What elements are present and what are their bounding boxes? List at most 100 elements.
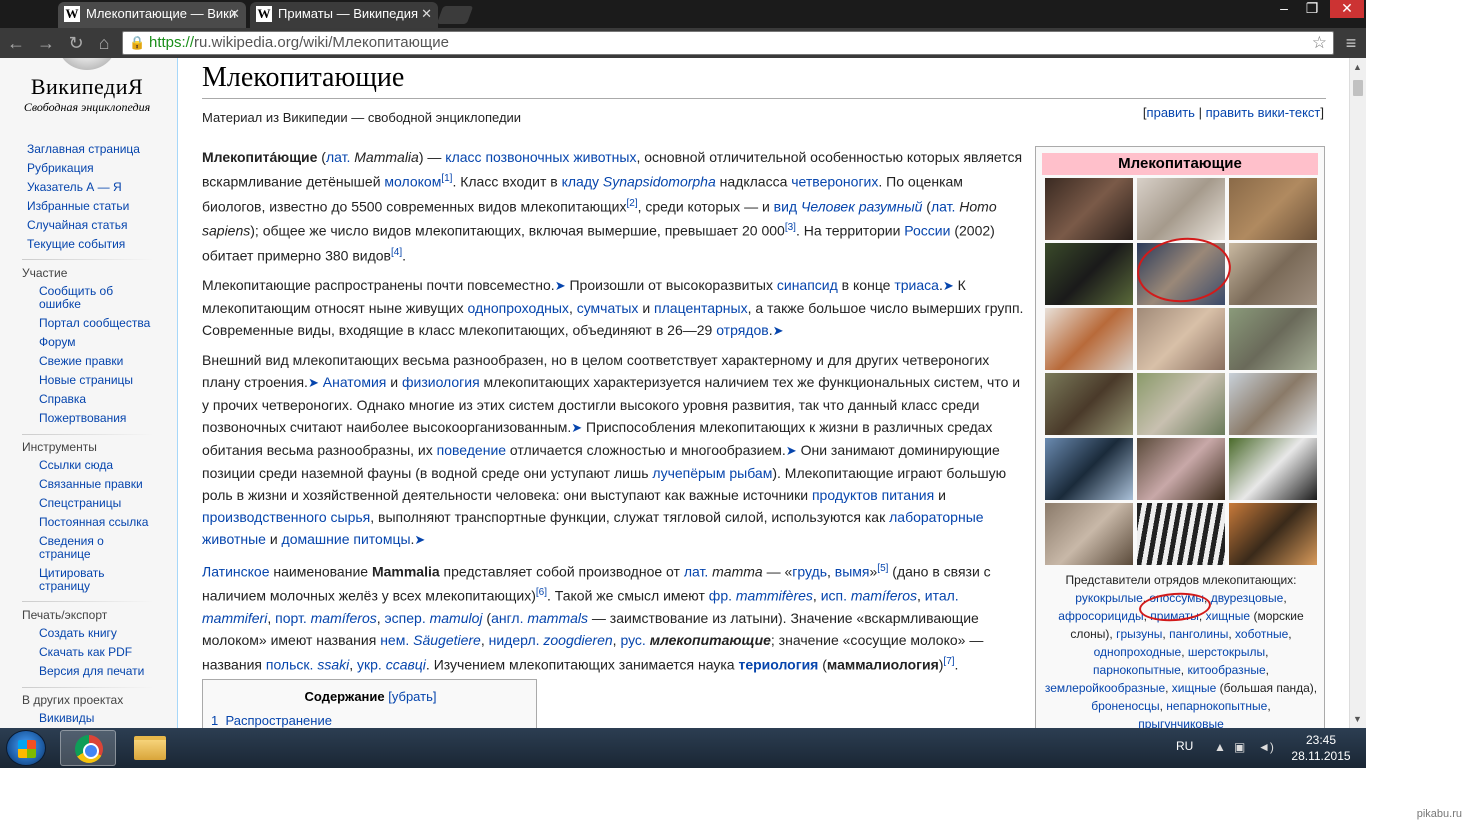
sidebar-item-random[interactable]: Случайная статья [27,219,176,232]
sidebar-item-community-portal[interactable]: Портал сообщества [39,317,160,330]
link[interactable]: парнокопытные [1093,663,1181,677]
link[interactable]: фр. [709,588,732,604]
source-arrow-icon[interactable]: ➤ [308,375,319,390]
link[interactable]: укр. [357,657,382,673]
maximize-button[interactable]: ❐ [1298,0,1326,18]
wikipedia-logo[interactable]: ВикипедиЯ Свободная энциклопедия [12,58,162,118]
sidebar-item-cite[interactable]: Цитировать страницу [39,567,113,593]
link[interactable]: России [904,223,950,239]
footnote-ref[interactable]: [5] [877,563,888,574]
link[interactable]: mamíferos [851,588,917,604]
link[interactable]: панголины [1169,627,1228,641]
minimize-button[interactable]: – [1270,0,1298,18]
link[interactable]: эспер. [385,610,426,626]
source-arrow-icon[interactable]: ➤ [943,278,954,293]
link[interactable]: грызуны [1116,627,1162,641]
back-arrow-icon[interactable]: ← [4,31,28,55]
tab-mammals[interactable]: W Млекопитающие — Вики ✕ [58,2,246,28]
source-arrow-icon[interactable]: ➤ [571,420,582,435]
kangaroo-image[interactable] [1229,178,1317,240]
reload-icon[interactable]: ↻ [64,31,88,55]
source-arrow-icon[interactable]: ➤ [786,443,797,458]
link[interactable]: mamuloj [430,610,483,626]
link[interactable]: триаса [894,277,939,293]
link[interactable]: рус. [620,632,645,648]
link[interactable]: двурезцовые [1211,591,1284,605]
toc-toggle-link[interactable]: [убрать] [388,689,436,704]
panda-image[interactable] [1229,438,1317,500]
link[interactable]: производственного сырья [202,509,370,525]
footnote-ref[interactable]: [1] [441,173,452,184]
sidebar-item-forum[interactable]: Форум [39,336,160,349]
sidebar-item-related-changes[interactable]: Связанные правки [39,478,160,491]
sidebar-item-recent-changes[interactable]: Свежие правки [39,355,160,368]
link[interactable]: mammifères [736,588,813,604]
zebras-image[interactable] [1137,503,1225,565]
link[interactable]: синапсид [777,277,838,293]
link[interactable]: молоком [384,174,441,190]
link[interactable]: поведение [437,442,506,458]
link[interactable]: польск. [266,657,314,673]
footnote-ref[interactable]: [4] [391,247,402,258]
link[interactable]: Латинское [202,563,269,579]
link[interactable]: землеройкообразные [1045,681,1165,695]
sidebar-item-permanent-link[interactable]: Постоянная ссылка [39,516,160,529]
sidebar-item-report-error[interactable]: Сообщить об ошибке [39,285,129,311]
link[interactable]: хищные [1172,681,1217,695]
link[interactable]: нем. [380,632,409,648]
sidebar-item-create-book[interactable]: Создать книгу [39,627,160,640]
home-icon[interactable]: ⌂ [92,31,116,55]
footnote-ref[interactable]: [6] [536,587,547,598]
link[interactable]: итал. [925,588,959,604]
link[interactable]: териология [738,657,818,673]
language-indicator[interactable]: RU [1176,739,1193,753]
taskbar-chrome[interactable] [60,730,116,766]
sidebar-item-categories[interactable]: Рубрикация [27,162,176,175]
link[interactable]: броненосцы [1091,699,1159,713]
mole-image[interactable] [1137,438,1225,500]
close-window-button[interactable]: ✕ [1330,0,1364,18]
link[interactable]: нидерл. [489,632,540,648]
sidebar-item-current-events[interactable]: Текущие события [27,238,176,251]
elephant-seal-image[interactable] [1229,243,1317,305]
platypus-image[interactable] [1045,373,1133,435]
link[interactable]: плацентарных [654,300,748,316]
link[interactable]: отрядов [716,322,769,338]
source-arrow-icon[interactable]: ➤ [555,278,566,293]
link[interactable]: рукокрылые [1075,591,1142,605]
sidebar-item-help[interactable]: Справка [39,393,160,406]
network-icon[interactable]: ▣ [1234,740,1245,754]
link[interactable]: китообразные [1187,663,1265,677]
link[interactable]: кладу [562,174,599,190]
link[interactable]: Анатомия [323,374,387,390]
page-scrollbar[interactable]: ▲ ▼ [1349,58,1366,728]
armadillo-image[interactable] [1045,503,1133,565]
link[interactable]: класс [445,149,481,165]
sidebar-item-index[interactable]: Указатель А — Я [27,181,176,194]
link[interactable]: Synapsidomorpha [603,174,716,190]
link[interactable]: шерстокрылы [1188,645,1265,659]
link[interactable]: исп. [821,588,847,604]
bat-image[interactable] [1045,178,1133,240]
link[interactable]: Человек разумный [801,198,922,214]
scrollbar-thumb[interactable] [1353,80,1363,96]
link[interactable]: Säugetiere [413,632,481,648]
toc-item[interactable]: 1 Распространение [211,713,332,728]
opossum-image[interactable] [1137,178,1225,240]
edit-link[interactable]: править [1147,105,1195,120]
link[interactable]: физиология [402,374,480,390]
elephants-image[interactable] [1229,308,1317,370]
link[interactable]: ssaki [317,657,349,673]
link[interactable]: домашние питомцы [282,531,411,547]
sidebar-item-download-pdf[interactable]: Скачать как PDF [39,646,160,659]
link[interactable]: вымя [835,563,870,579]
link[interactable]: афросорициды [1058,609,1143,623]
squirrel-image[interactable] [1045,308,1133,370]
sidebar-item-page-info[interactable]: Сведения о странице [39,535,113,561]
footnote-ref[interactable]: [3] [785,222,796,233]
chrome-menu-icon[interactable]: ≡ [1340,31,1362,55]
link[interactable]: позвоночных животных [485,149,636,165]
bookmark-star-icon[interactable]: ☆ [1312,32,1327,54]
sidebar-item-special-pages[interactable]: Спецстраницы [39,497,160,510]
reindeer-image[interactable] [1229,373,1317,435]
